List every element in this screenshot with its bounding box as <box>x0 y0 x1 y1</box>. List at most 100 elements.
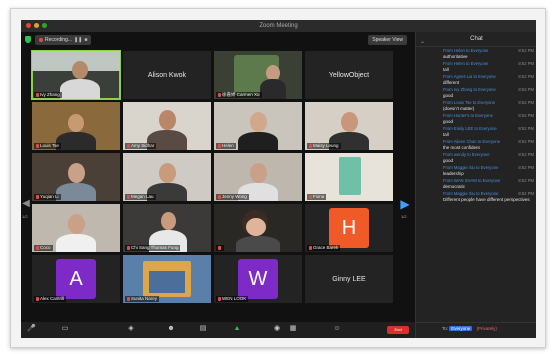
previous-page-icon[interactable]: ◀ <box>22 194 30 214</box>
video-tile[interactable]: Jenny Wong <box>214 153 302 201</box>
participant-name: Chi Sang Thomas Fung <box>125 245 181 251</box>
video-tile[interactable]: Alison Kwok <box>123 51 211 99</box>
participant-name: Ivy Zhang <box>34 92 62 98</box>
video-tile[interactable] <box>214 204 302 252</box>
participant-name-center: Ginny LEE <box>332 275 366 283</box>
chat-message: From Helen to Everyone 8:52 PM authoritati… <box>443 48 534 59</box>
stop-icon[interactable]: ■ <box>84 35 87 45</box>
chat-message: From Emily LEE to Everyone 8:52 PM tall <box>443 126 534 137</box>
participant-name: Fiona <box>307 194 327 200</box>
avatar: W <box>238 259 278 299</box>
window-controls[interactable] <box>26 23 47 28</box>
chat-panel: ⌄ Chat From Helen to Everyone 8:52 PM auth… <box>415 32 536 338</box>
participant-name: Yuqian Li <box>34 194 61 200</box>
video-tile[interactable]: Maisy Leung <box>305 102 393 150</box>
security-icon[interactable]: ◈ <box>127 325 135 333</box>
video-tile[interactable]: H Grace Barek <box>305 204 393 252</box>
mute-icon[interactable]: 🎤 <box>27 325 36 333</box>
window-title: Zoom Meeting <box>259 23 298 29</box>
record-icon[interactable]: ◉ <box>273 325 281 333</box>
chat-recipient: To: Everyone (Privately) <box>442 326 497 331</box>
video-tile[interactable]: Helen <box>214 102 302 150</box>
participant-name: WEN LOOK <box>216 296 249 302</box>
recording-indicator: Recording... ❚❚ ■ <box>35 35 92 45</box>
zoom-window: Zoom Meeting Recording... ❚❚ ■ Speaker V… <box>21 20 536 338</box>
participant-name: Maisy Leung <box>307 143 341 149</box>
video-tile[interactable]: Yuqian Li <box>32 153 120 201</box>
recording-label: Recording... <box>45 37 72 43</box>
muted-mic-icon <box>309 245 312 250</box>
chat-message: From Ivy Zhang to Everyone 8:52 PM good <box>443 87 534 98</box>
share-screen-icon[interactable]: ▲ <box>233 325 241 333</box>
page-indicator-right: 1/2 <box>401 214 407 219</box>
video-tile[interactable]: Sunita Narey <box>123 255 211 303</box>
chat-message: From WAN SHAM to Everyone 8:52 PM democrat… <box>443 178 534 189</box>
private-label: (Privately) <box>476 326 497 331</box>
next-page-icon[interactable]: ▶ <box>399 194 411 214</box>
video-tile[interactable]: Ivy Zhang <box>31 50 121 100</box>
muted-mic-icon <box>127 194 130 199</box>
muted-mic-icon <box>218 143 221 148</box>
chat-title: Chat <box>470 36 483 42</box>
avatar: H <box>329 208 369 248</box>
chat-input-area[interactable]: To: Everyone (Privately) <box>416 322 536 338</box>
participant-name: Megan Lau <box>125 194 156 200</box>
recipient-select[interactable]: Everyone <box>449 326 473 331</box>
chat-messages: From Helen to Everyone 8:52 PM authoritati… <box>416 48 536 204</box>
reactions-icon[interactable]: ☺ <box>333 325 341 333</box>
video-tile[interactable]: Megan Lau <box>123 153 211 201</box>
close-icon[interactable] <box>26 23 31 28</box>
video-tile[interactable]: A Alex Cantrill <box>32 255 120 303</box>
chat-icon[interactable]: ▤ <box>199 325 207 333</box>
muted-mic-icon <box>309 143 312 148</box>
recording-dot-icon <box>39 38 43 42</box>
speaker-view-button[interactable]: Speaker View <box>368 35 407 45</box>
video-tile[interactable]: Louis Tse <box>32 102 120 150</box>
page-indicator-left: 1/2 <box>22 214 28 219</box>
chat-message: From Hunter's to Everyone 8:52 PM good <box>443 113 534 124</box>
muted-mic-icon <box>127 143 130 148</box>
participants-icon[interactable]: ☻ <box>167 325 175 333</box>
participant-name: Helen <box>216 143 236 149</box>
video-tile[interactable]: Fiona <box>305 153 393 201</box>
chat-message: From Helen to Everyone 8:52 PM tall <box>443 61 534 72</box>
chat-message: From Aileen Chan to Everyone 8:52 PM the m… <box>443 139 534 150</box>
breakout-rooms-icon[interactable]: ▦ <box>289 325 297 333</box>
video-tile[interactable]: Ginny LEE <box>305 255 393 303</box>
participant-name-center: YellowObject <box>328 71 370 79</box>
muted-mic-icon <box>218 92 221 97</box>
meeting-topbar: Recording... ❚❚ ■ Speaker View <box>21 32 415 48</box>
participant-name: Coco <box>34 245 53 251</box>
video-tile[interactable]: YellowObject <box>305 51 393 99</box>
chevron-down-icon[interactable]: ⌄ <box>420 35 425 49</box>
maximize-icon[interactable] <box>42 23 47 28</box>
pause-icon[interactable]: ❚❚ <box>74 35 82 45</box>
video-tile[interactable]: W WEN LOOK <box>214 255 302 303</box>
avatar: A <box>56 259 96 299</box>
muted-mic-icon <box>36 92 39 97</box>
muted-mic-icon <box>36 194 39 199</box>
participant-name: Louis Tse <box>34 143 61 149</box>
participant-name: Amy Sidhar <box>125 143 157 149</box>
muted-mic-icon <box>218 194 221 199</box>
minimize-icon[interactable] <box>34 23 39 28</box>
muted-mic-icon <box>127 245 130 250</box>
participant-name: Alex Cantrill <box>34 296 67 302</box>
muted-mic-icon <box>218 296 221 301</box>
video-tile[interactable]: 徐嘉婷 Carmen Xu <box>214 51 302 99</box>
muted-mic-icon <box>36 296 39 301</box>
video-camera-icon[interactable]: ▭ <box>61 325 69 333</box>
gallery-view: Recording... ❚❚ ■ Speaker View Ivy Zhang… <box>21 32 415 322</box>
muted-mic-icon <box>309 194 312 199</box>
chat-header: ⌄ Chat <box>416 32 536 47</box>
video-tile[interactable]: Amy Sidhar <box>123 102 211 150</box>
to-label: To: <box>442 326 449 331</box>
muted-mic-icon <box>127 296 130 301</box>
participant-name: Jenny Wong <box>216 194 249 200</box>
end-meeting-button[interactable]: End <box>387 326 409 334</box>
video-tile[interactable]: Chi Sang Thomas Fung <box>123 204 211 252</box>
encryption-shield-icon[interactable] <box>25 36 31 43</box>
chat-message: From Maggie Siu to Everyone 8:52 PM Differ… <box>443 191 534 202</box>
participant-name: Sunita Narey <box>125 296 160 302</box>
video-tile[interactable]: Coco <box>32 204 120 252</box>
